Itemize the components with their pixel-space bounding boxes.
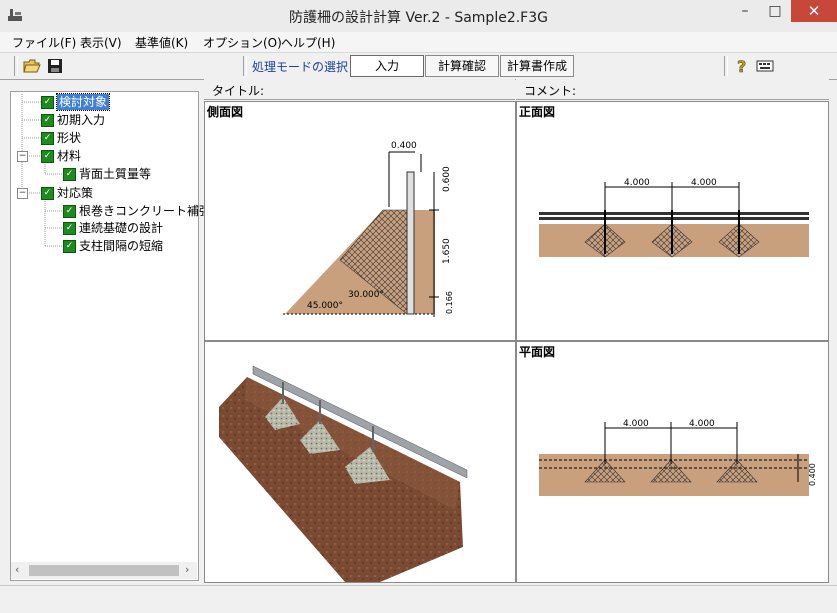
open-folder-icon[interactable] <box>23 57 41 75</box>
close-button[interactable]: ✕ <box>791 0 837 22</box>
comment-header[interactable]: コメント: <box>516 79 829 100</box>
scroll-left-arrow-icon[interactable]: ‹ <box>15 563 19 576</box>
tree-item-label: 形状 <box>57 131 82 145</box>
guard-post <box>406 171 415 315</box>
plan-view-panel: 平面図 4.000 4.000 0.400 <box>516 341 829 583</box>
menu-view[interactable]: 表示(V) <box>80 34 122 51</box>
front-view-panel: 正面図 4.000 4.000 <box>516 101 829 341</box>
plan-side-dim: 0.400 <box>808 463 817 486</box>
menu-standards[interactable]: 基準値(K) <box>135 34 188 51</box>
input-tree: − − ✓ 検討対象 ✓ 初期入力 ✓ 形状 ✓ 材料 ✓ 背面土質量等 ✓ 対… <box>10 91 211 581</box>
menu-file[interactable]: ファイル(F) <box>12 34 76 51</box>
tree-item-label: 検討対象 <box>55 93 111 111</box>
checkbox-checked-icon: ✓ <box>41 150 54 163</box>
status-bar <box>0 585 837 613</box>
minimize-button[interactable]: – <box>731 0 759 22</box>
expand-toggle-countermeasures[interactable]: − <box>17 188 28 199</box>
tree-item-label: 初期入力 <box>57 113 106 127</box>
checkbox-checked-icon: ✓ <box>41 96 54 109</box>
tree-item-label: 連続基礎の設計 <box>79 221 164 235</box>
span-dim-1: 4.000 <box>624 178 650 188</box>
guard-rail-bottom <box>539 217 809 220</box>
tree-lines <box>21 94 63 247</box>
toolbar: 処理モードの選択 入力 計算確認 計算書作成 ? <box>0 53 837 80</box>
mode-input-button[interactable]: 入力 <box>350 55 424 77</box>
checkbox-checked-icon: ✓ <box>63 222 76 235</box>
menu-help[interactable]: ヘルプ(H) <box>281 34 335 51</box>
front-view-drawing: 4.000 4.000 <box>539 178 809 258</box>
angle-slope-label: 45.000° <box>307 301 343 311</box>
menu-bar: ファイル(F) 表示(V) 基準値(K) オプション(O) ヘルプ(H) <box>0 32 837 53</box>
expand-toggle-materials[interactable]: − <box>17 151 28 162</box>
menu-options[interactable]: オプション(O) <box>203 34 282 51</box>
comment-label: コメント: <box>524 84 577 98</box>
title-label: タイトル: <box>212 84 265 98</box>
side-view-panel: 側面図 0.400 0.600 1.650 0.166 45.000° 30.0… <box>204 101 516 341</box>
span-dim-2: 4.000 <box>691 178 717 188</box>
keyboard-icon[interactable] <box>756 57 774 75</box>
help-icon[interactable]: ? <box>733 57 751 75</box>
toolbar-separator <box>243 56 247 76</box>
tree-horizontal-scrollbar[interactable]: ‹ › <box>11 562 197 579</box>
guard-rail-top <box>539 212 809 215</box>
side-view-drawing: 0.400 0.600 1.650 0.166 45.000° 30.000° <box>283 141 454 317</box>
plan-span-dim-2: 4.000 <box>689 419 715 429</box>
view-3d-panel <box>204 341 516 583</box>
view-3d-drawing <box>219 365 468 582</box>
checkbox-checked-icon: ✓ <box>41 132 54 145</box>
tree-item-label: 根巻きコンクリート補強 <box>79 204 212 218</box>
dim-low-height: 0.166 <box>445 291 454 314</box>
plan-span-dim-1: 4.000 <box>623 419 649 429</box>
maximize-button[interactable]: □ <box>761 0 789 22</box>
svg-text:?: ? <box>737 57 746 75</box>
window-title: 防護柵の設計計算 Ver.2 - Sample2.F3G <box>289 10 548 26</box>
tree-item-label: 背面土質量等 <box>79 167 152 181</box>
tree-item-label: 支柱間隔の短縮 <box>79 239 164 253</box>
checkbox-checked-icon: ✓ <box>41 114 54 127</box>
dim-upper-height: 0.600 <box>442 166 452 192</box>
mode-report-button[interactable]: 計算書作成 <box>500 55 574 77</box>
scroll-right-arrow-icon[interactable]: › <box>185 563 189 576</box>
scrollbar-thumb[interactable] <box>29 565 179 576</box>
title-header[interactable]: タイトル: <box>204 79 515 100</box>
plan-view-drawing: 4.000 4.000 0.400 <box>539 419 817 496</box>
toolbar-separator <box>14 56 18 76</box>
toolbar-separator <box>724 56 728 76</box>
tree-item-label: 材料 <box>57 149 82 163</box>
angle-face-label: 30.000° <box>348 290 384 300</box>
checkbox-checked-icon: ✓ <box>41 187 54 200</box>
mode-calc-check-button[interactable]: 計算確認 <box>425 55 499 77</box>
dim-top-width: 0.400 <box>391 141 417 151</box>
mode-select-label: 処理モードの選択 <box>252 60 349 74</box>
title-bar: 防護柵の設計計算 Ver.2 - Sample2.F3G – □ ✕ <box>0 0 837 32</box>
checkbox-checked-icon: ✓ <box>63 240 76 253</box>
checkbox-checked-icon: ✓ <box>63 205 76 218</box>
save-disk-icon[interactable] <box>46 57 64 75</box>
checkbox-checked-icon: ✓ <box>63 168 76 181</box>
dim-mid-height: 1.650 <box>442 238 452 264</box>
tree-item-label: 対応策 <box>57 186 94 200</box>
